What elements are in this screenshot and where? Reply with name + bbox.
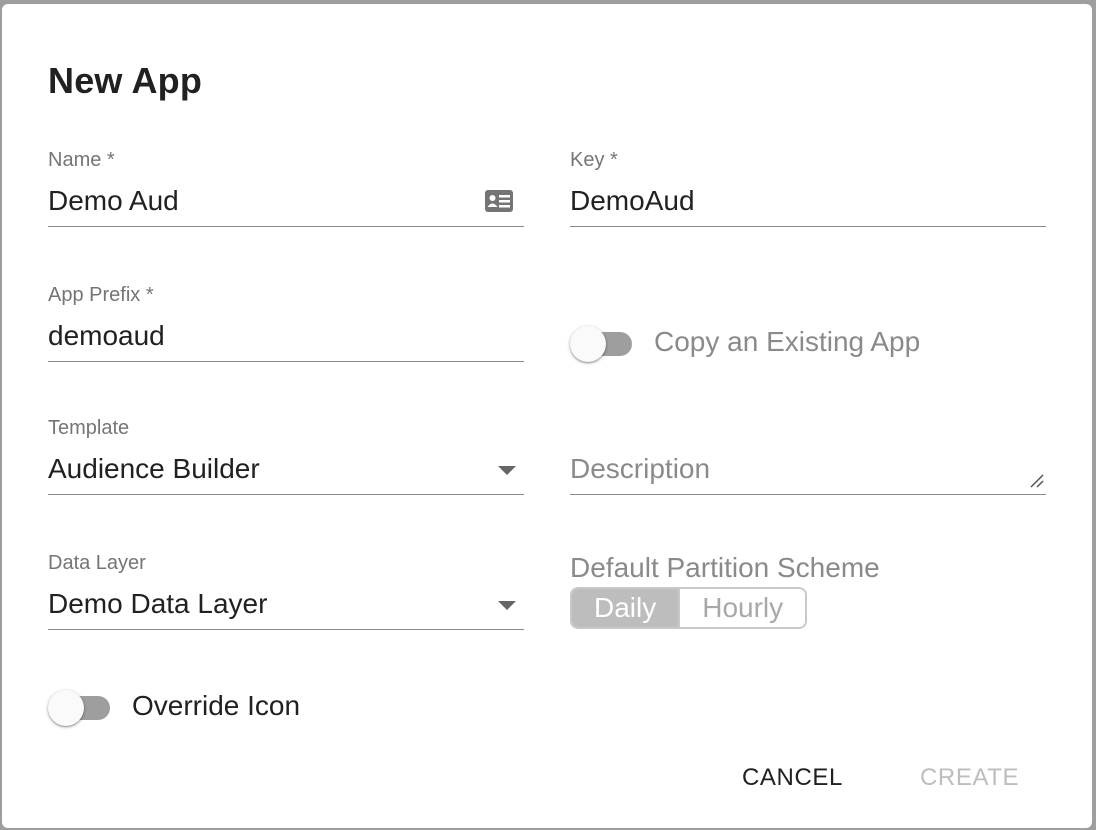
key-field[interactable]: Key * DemoAud <box>570 148 1046 227</box>
app-prefix-label: App Prefix * <box>48 284 154 306</box>
partition-option-hourly[interactable]: Hourly <box>678 589 806 627</box>
key-label: Key * <box>570 149 618 171</box>
description-textarea[interactable]: Description <box>570 448 1046 495</box>
resize-handle-icon[interactable] <box>1028 472 1044 488</box>
data-layer-value: Demo Data Layer <box>48 588 268 619</box>
data-layer-field[interactable]: Data Layer Demo Data Layer <box>48 551 524 630</box>
override-icon-switch[interactable] <box>48 688 112 726</box>
app-prefix-value: demoaud <box>48 320 165 351</box>
description-placeholder: Description <box>570 453 711 484</box>
partition-scheme-selector[interactable]: Daily Hourly <box>570 587 808 629</box>
contact-card-icon[interactable] <box>484 189 514 213</box>
copy-existing-app-toggle[interactable]: Copy an Existing App <box>570 324 921 362</box>
template-value: Audience Builder <box>48 453 260 484</box>
app-prefix-field[interactable]: App Prefix * demoaud <box>48 283 524 362</box>
dialog-title: New App <box>48 60 203 101</box>
name-value: Demo Aud <box>48 185 179 216</box>
name-field[interactable]: Name * Demo Aud <box>48 148 524 227</box>
create-button[interactable]: CREATE <box>920 764 1019 792</box>
description-field[interactable]: Description <box>570 416 1046 495</box>
override-icon-toggle[interactable]: Override Icon <box>48 688 301 726</box>
template-field[interactable]: Template Audience Builder <box>48 416 524 495</box>
partition-scheme-label: Default Partition Scheme <box>570 552 880 583</box>
name-label: Name * <box>48 149 115 171</box>
key-input[interactable]: DemoAud <box>570 180 1046 227</box>
new-app-dialog: New App Name * Demo Aud Key * DemoAud Ap… <box>2 4 1092 828</box>
cancel-button[interactable]: CANCEL <box>742 764 843 792</box>
chevron-down-icon[interactable] <box>498 601 516 610</box>
override-icon-label: Override Icon <box>132 690 301 721</box>
data-layer-label: Data Layer <box>48 552 146 574</box>
key-value: DemoAud <box>570 185 695 216</box>
app-prefix-input[interactable]: demoaud <box>48 315 524 362</box>
copy-existing-app-switch[interactable] <box>570 324 634 362</box>
chevron-down-icon[interactable] <box>498 466 516 475</box>
template-select[interactable]: Audience Builder <box>48 448 524 495</box>
name-input[interactable]: Demo Aud <box>48 180 524 227</box>
data-layer-select[interactable]: Demo Data Layer <box>48 583 524 630</box>
partition-option-daily[interactable]: Daily <box>572 589 679 627</box>
template-label: Template <box>48 417 130 439</box>
copy-existing-app-label: Copy an Existing App <box>654 326 921 357</box>
